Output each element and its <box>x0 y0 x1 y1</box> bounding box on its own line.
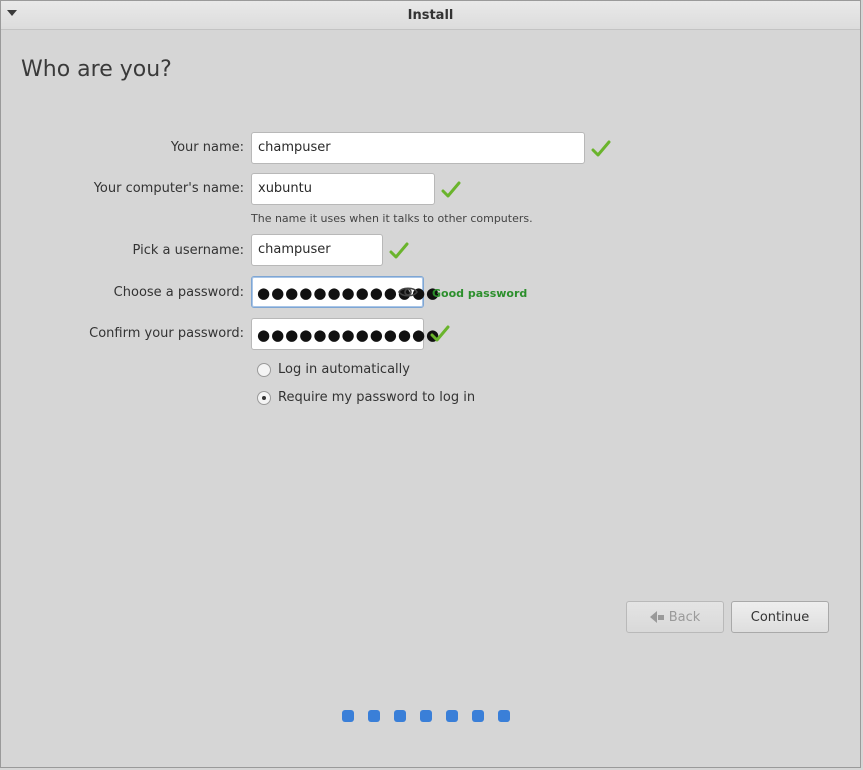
name-input[interactable]: champuser <box>251 132 585 164</box>
name-label: Your name: <box>170 140 244 155</box>
progress-dot <box>420 710 432 722</box>
progress-dot <box>472 710 484 722</box>
window-title: Install <box>407 8 454 23</box>
install-progress-dots <box>342 710 524 722</box>
continue-button-label: Continue <box>750 609 810 625</box>
password-label: Choose a password: <box>113 285 244 300</box>
confirm-password-input[interactable]: ●●●●●●●●●●●●● <box>251 318 439 350</box>
password-strength-indicator: Good password <box>432 287 528 300</box>
login-automatically-radio[interactable] <box>257 362 271 377</box>
progress-dot <box>498 710 510 722</box>
page-title: Who are you? <box>21 57 172 82</box>
show-password-eye-icon[interactable] <box>397 281 419 303</box>
username-label: Pick a username: <box>132 243 244 258</box>
require-password-radio[interactable] <box>257 390 271 405</box>
back-button[interactable]: Back <box>626 601 724 633</box>
computer-name-label: Your computer's name: <box>93 181 244 196</box>
confirm-password-masked-value: ●●●●●●●●●●●●● <box>257 326 441 344</box>
installer-window: Install Who are you? Your name: champuse… <box>0 0 861 768</box>
progress-dot <box>446 710 458 722</box>
confirm-password-valid-check-icon <box>430 325 450 342</box>
progress-dot <box>368 710 380 722</box>
progress-dot <box>342 710 354 722</box>
login-automatically-label: Log in automatically <box>278 362 410 377</box>
computer-name-valid-check-icon <box>441 181 461 198</box>
require-password-option[interactable]: Require my password to log in <box>257 390 475 405</box>
back-arrow-icon <box>649 611 657 623</box>
confirm-password-label: Confirm your password: <box>89 326 244 341</box>
back-button-label: Back <box>668 609 701 625</box>
computer-name-input[interactable]: xubuntu <box>251 173 435 205</box>
progress-dot <box>394 710 406 722</box>
username-valid-check-icon <box>389 242 409 259</box>
username-input[interactable]: champuser <box>251 234 383 266</box>
name-valid-check-icon <box>591 140 611 157</box>
title-bar: Install <box>1 1 860 30</box>
login-automatically-option[interactable]: Log in automatically <box>257 362 410 377</box>
require-password-label: Require my password to log in <box>278 390 476 405</box>
continue-button[interactable]: Continue <box>731 601 829 633</box>
computer-name-hint: The name it uses when it talks to other … <box>251 212 533 225</box>
